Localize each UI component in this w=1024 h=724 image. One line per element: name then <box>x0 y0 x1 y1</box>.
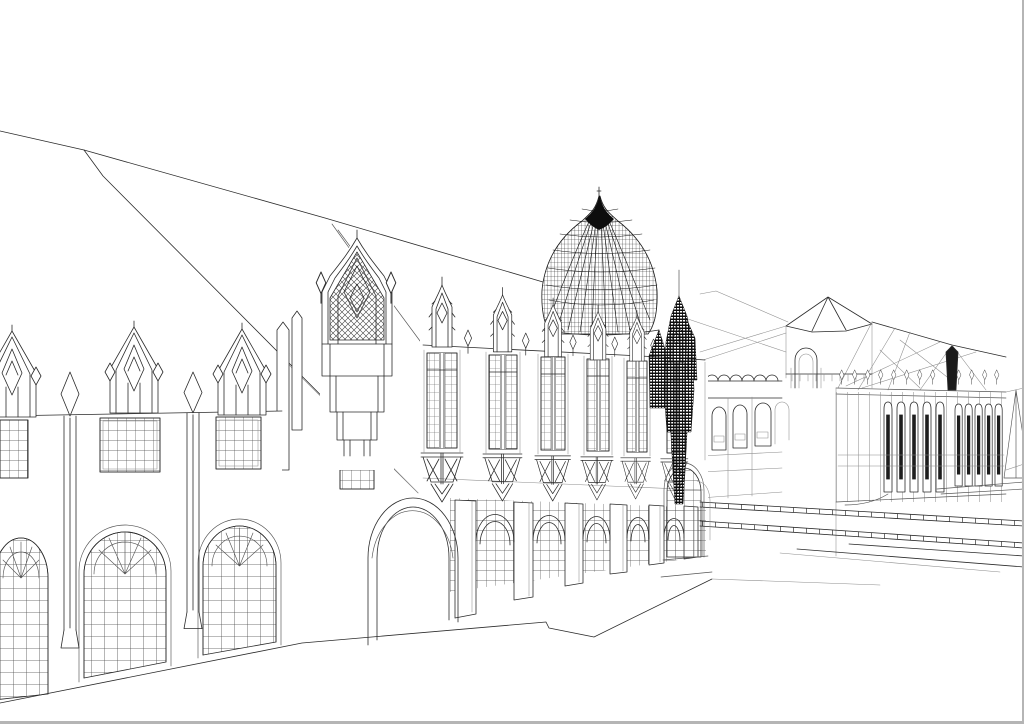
wireframe-drawing-canvas <box>0 0 1024 724</box>
corner-pilaster <box>292 311 302 430</box>
arched-window <box>0 538 48 700</box>
arched-window <box>79 525 171 682</box>
dark-finial <box>946 346 958 390</box>
architectural-wireframe <box>0 0 1024 724</box>
